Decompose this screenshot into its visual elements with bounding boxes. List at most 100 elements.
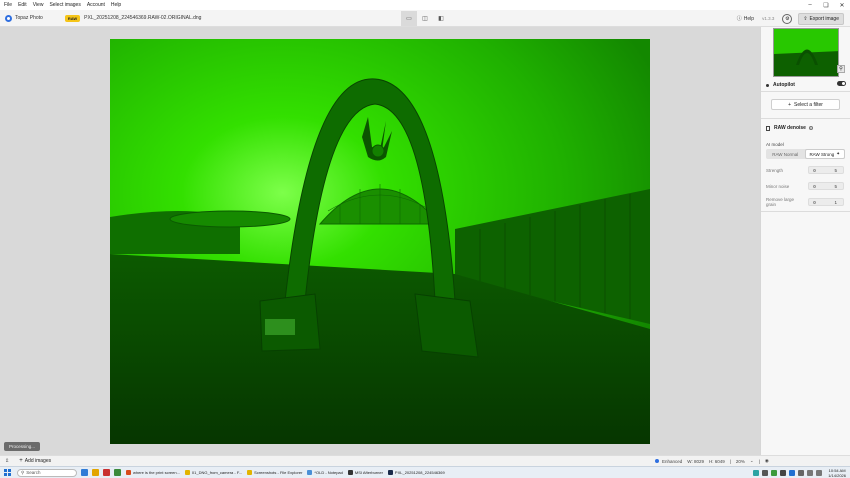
- slider-handle[interactable]: [813, 169, 816, 172]
- zoom-level[interactable]: 20%: [736, 459, 745, 464]
- menu-help[interactable]: Help: [111, 2, 121, 8]
- app-icon[interactable]: [103, 469, 110, 476]
- side-by-side-view-icon[interactable]: ◫: [417, 11, 433, 26]
- minimize-icon[interactable]: –: [802, 0, 818, 10]
- notepad-icon: [307, 470, 313, 475]
- window-controls: – ❏ ✕: [802, 0, 850, 10]
- search-icon: ⚲: [21, 469, 25, 475]
- slider-handle[interactable]: [813, 201, 816, 204]
- export-image-button[interactable]: ⇧ Export image: [798, 12, 844, 25]
- tray-icon[interactable]: [789, 470, 796, 476]
- taskbar-search[interactable]: ⚲ Search: [17, 468, 77, 477]
- navigator-zoom-icon[interactable]: ⚲: [837, 65, 845, 73]
- menu-account[interactable]: Account: [87, 2, 105, 8]
- plus-icon: +: [788, 101, 791, 108]
- taskbar-app-label: PXL_20251208_224546369: [394, 470, 445, 475]
- slider-value: 5: [834, 168, 837, 173]
- taskbar-app-label: *OLD - Notepad: [314, 470, 343, 475]
- folder-icon: [184, 470, 190, 475]
- taskbar-app-folder[interactable]: 01_DNG_from_camera - F...: [184, 470, 243, 475]
- afterburner-icon: [347, 470, 353, 475]
- clock-date: 1/14/2026: [828, 473, 846, 478]
- network-icon[interactable]: [807, 470, 814, 476]
- taskbar-app-explorer[interactable]: Screenshots - File Explorer: [247, 470, 302, 475]
- menu-view[interactable]: View: [33, 2, 44, 8]
- browser-icon: [126, 470, 131, 475]
- raw-denoise-title: RAW denoise: [774, 125, 806, 131]
- split-view-icon[interactable]: ◧: [433, 11, 449, 26]
- tray-icon[interactable]: [798, 470, 805, 476]
- thumbnail-image: [774, 29, 838, 76]
- taskbar-app-topaz[interactable]: PXL_20251208_224546369: [387, 470, 445, 475]
- image-status: Enhanced W: 8029 H: 6049 | 20% ⌄ | ◉: [655, 458, 774, 464]
- raw-denoise-header[interactable]: RAW denoise i: [766, 125, 813, 131]
- bottom-bar: ⇫ + Add images Enhanced W: 8029 H: 6049 …: [0, 455, 850, 466]
- upload-icon[interactable]: ⇫: [5, 458, 9, 464]
- help-icon: ⓘ: [736, 16, 742, 22]
- tray-icon[interactable]: [771, 470, 778, 476]
- side-panel: ⚲ Autopilot + Select a filter RAW denois…: [760, 27, 850, 455]
- slider-label: Strength: [766, 167, 784, 173]
- task-view-icon[interactable]: [81, 469, 88, 476]
- add-images-button[interactable]: + Add images: [19, 458, 51, 464]
- close-icon[interactable]: ✕: [834, 0, 850, 10]
- start-icon[interactable]: [4, 469, 11, 476]
- chevron-down-icon[interactable]: ⌄: [750, 458, 754, 464]
- taskbar-app-notepad[interactable]: *OLD - Notepad: [307, 470, 343, 475]
- taskbar-app-afterburner[interactable]: MSI Afterburner: [347, 470, 383, 475]
- enhanced-label: Enhanced: [662, 458, 683, 464]
- minor-noise-slider[interactable]: 5: [808, 182, 844, 190]
- app-icon[interactable]: [114, 469, 121, 476]
- volume-icon[interactable]: [816, 470, 823, 476]
- menu-select-images[interactable]: Select images: [49, 2, 80, 8]
- remove-large-grain-slider[interactable]: 1: [808, 198, 844, 206]
- processing-indicator: Processing...: [4, 442, 41, 451]
- info-icon[interactable]: i: [808, 126, 813, 130]
- slider-handle[interactable]: [813, 185, 816, 188]
- topaz-logo-icon: [5, 14, 12, 22]
- tray-icon[interactable]: [762, 470, 769, 476]
- autopilot-toggle[interactable]: [837, 81, 846, 86]
- app-logo: Topaz Photo: [5, 14, 43, 22]
- divider: [761, 91, 850, 92]
- select-filter-button[interactable]: + Select a filter: [771, 99, 840, 110]
- file-explorer-icon[interactable]: [92, 469, 99, 476]
- maximize-icon[interactable]: ❏: [818, 0, 834, 10]
- taskbar-clock[interactable]: 10:54 AM 1/14/2026: [828, 468, 846, 478]
- tab-raw-strong[interactable]: RAW Strong ✦: [804, 149, 845, 159]
- taskbar-app-label: where is the print screen...: [133, 470, 180, 475]
- single-view-icon[interactable]: ▭: [401, 11, 417, 26]
- help-button[interactable]: ⓘ Help: [736, 15, 754, 23]
- navigator-thumbnail[interactable]: [773, 28, 839, 77]
- slider-strength: Strength 5: [766, 165, 846, 175]
- file-name: PXL_20251208_224546369.RAW-02.ORIGINAL.d…: [84, 15, 202, 21]
- image-height: H: 6049: [708, 458, 725, 464]
- slider-label: Remove large grain: [766, 197, 795, 207]
- taskbar: ⚲ Search where is the print screen... 01…: [0, 466, 850, 478]
- compare-eye-icon[interactable]: ◉: [765, 458, 769, 464]
- strength-slider[interactable]: 5: [808, 166, 844, 174]
- taskbar-app-label: 01_DNG_from_camera - F...: [191, 470, 243, 475]
- menu-edit[interactable]: Edit: [18, 2, 27, 8]
- folder-icon: [247, 470, 253, 475]
- view-mode-toggles: ▭ ◫ ◧: [401, 11, 449, 26]
- slider-value: 5: [834, 184, 837, 189]
- divider: [761, 211, 850, 212]
- search-label: Search: [26, 470, 41, 475]
- app-toolbar: Topaz Photo RAW PXL_20251208_224546369.R…: [0, 10, 850, 27]
- canvas-area: Processing...: [0, 27, 760, 455]
- settings-icon[interactable]: ⚙: [782, 13, 793, 24]
- tab-raw-normal[interactable]: RAW Normal: [766, 149, 805, 159]
- taskbar-app-browser[interactable]: where is the print screen...: [126, 470, 180, 475]
- tray-icon[interactable]: [780, 470, 787, 476]
- ai-model-tabs: RAW Normal RAW Strong ✦: [766, 149, 845, 159]
- menu-file[interactable]: File: [4, 2, 12, 8]
- tray-icon[interactable]: [753, 470, 760, 476]
- ai-model-label: AI model: [766, 142, 784, 147]
- app-name: Topaz Photo: [15, 15, 43, 21]
- photo-preview[interactable]: [110, 39, 650, 444]
- autopilot-label: Autopilot: [773, 82, 795, 88]
- raw-denoise-icon: [766, 125, 770, 131]
- divider: |: [758, 458, 760, 464]
- raw-badge: RAW: [64, 14, 81, 22]
